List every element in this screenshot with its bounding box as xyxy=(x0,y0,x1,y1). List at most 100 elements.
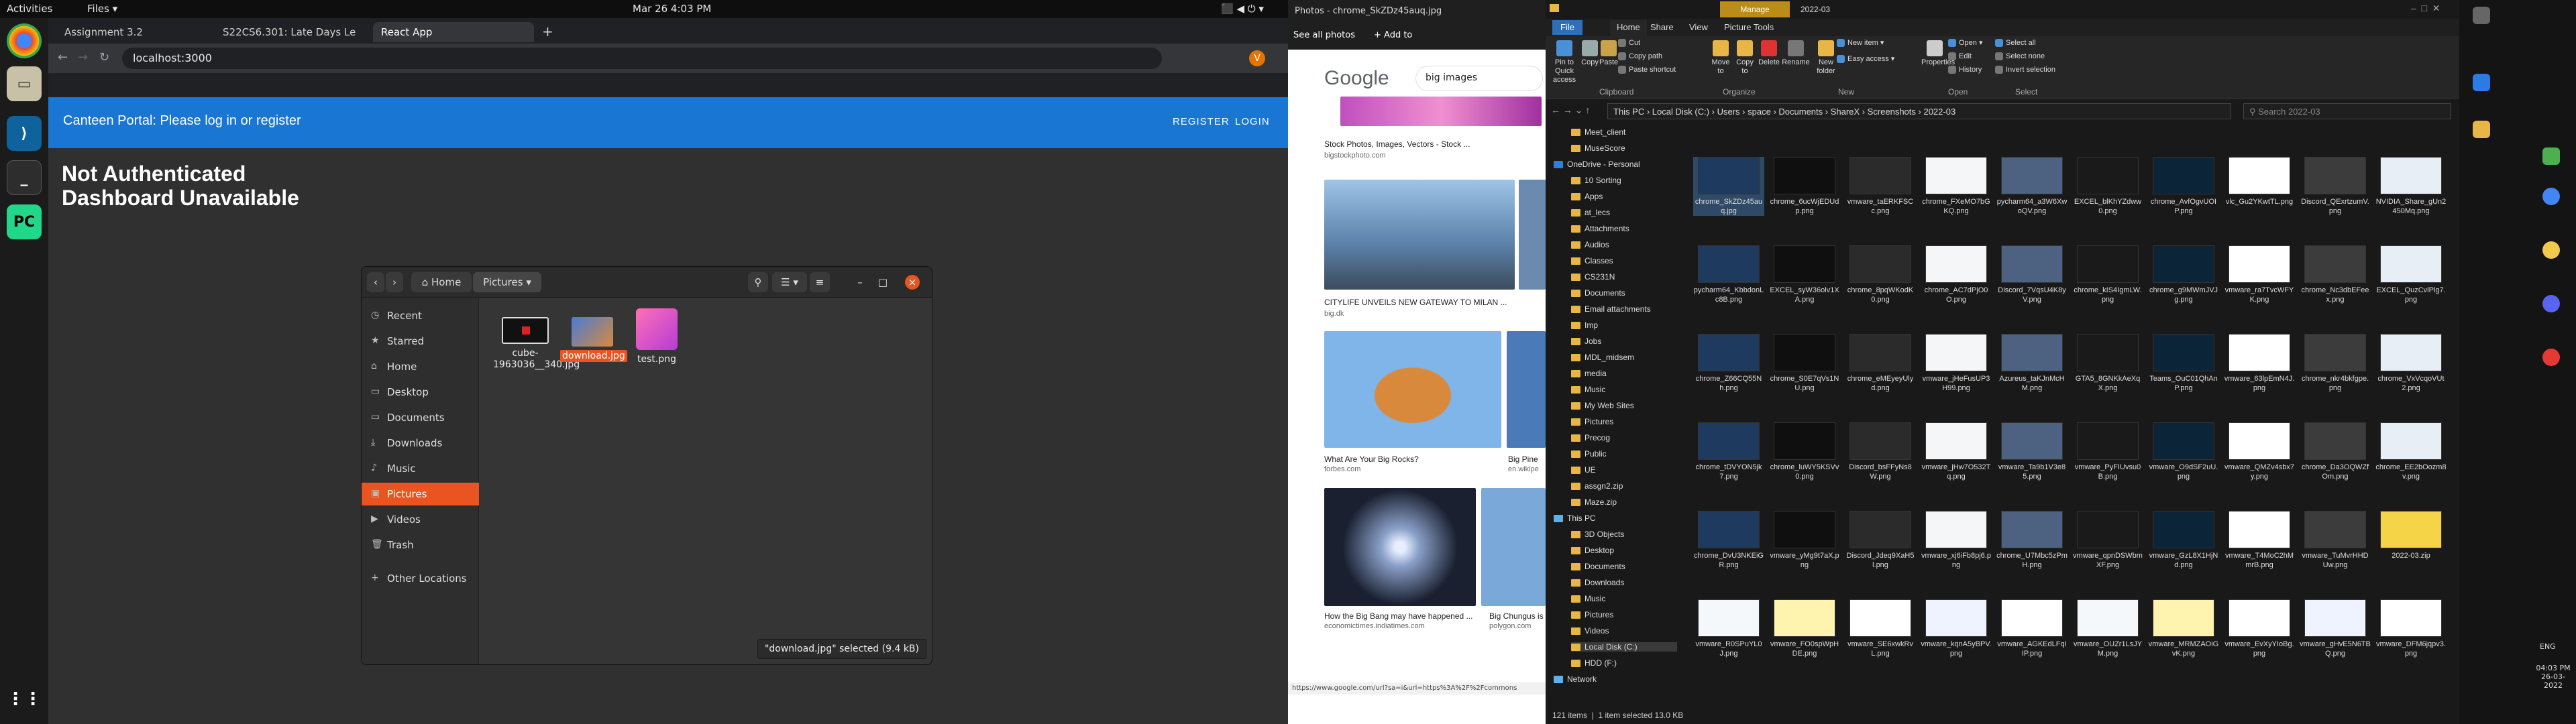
path-segment[interactable]: Local Disk (C:) xyxy=(1652,107,1709,117)
nav-item[interactable]: Audios xyxy=(1571,240,1677,249)
file-item[interactable]: chrome_6ucWjEDUdp.png xyxy=(1769,157,1840,216)
sidebar-item-downloads[interactable]: ⤓ Downloads xyxy=(362,432,479,455)
see-all-photos-button[interactable]: See all photos xyxy=(1293,30,1355,40)
ribbon-tab-picture-tools[interactable]: Picture Tools xyxy=(1724,22,1774,32)
nav-item[interactable]: My Web Sites xyxy=(1571,401,1677,410)
result-image-chungus[interactable] xyxy=(1481,488,1546,606)
system-tray[interactable]: ⬛ ◀ ⏻ ▾ xyxy=(1221,3,1264,15)
ribbon-copy-to-button[interactable]: Copy to xyxy=(1733,40,1756,76)
maximize-button[interactable]: □ xyxy=(874,272,892,292)
file-item[interactable]: EXCEL_syW36olv1XA.png xyxy=(1769,245,1840,304)
terminal-icon[interactable]: _ xyxy=(7,160,42,195)
file-download[interactable]: download.jpg xyxy=(560,317,627,362)
google-search-input[interactable]: big images xyxy=(1415,66,1543,91)
file-test[interactable]: test.png xyxy=(625,308,689,365)
path-segment[interactable]: This PC xyxy=(1613,107,1644,117)
ribbon-select-all-button[interactable]: Select all xyxy=(1995,39,2069,48)
file-item[interactable]: chrome_FXeMO7bGKQ.png xyxy=(1921,157,1992,216)
ribbon-invert-selection-button[interactable]: Invert selection xyxy=(1995,66,2069,74)
file-item[interactable]: vmware_xj6iFb8pj6.png xyxy=(1921,511,1992,570)
file-item[interactable]: vmware_R0SPuYL0J.png xyxy=(1693,599,1764,658)
file-item[interactable]: NVIDIA_Share_gUn2450Mq.png xyxy=(2375,157,2447,216)
file-item[interactable]: vmware_MRMZAOiGvK.png xyxy=(2148,599,2219,658)
close-button[interactable]: × xyxy=(905,275,920,290)
result-caption[interactable]: How the Big Bang may have happened ... xyxy=(1324,611,1472,621)
file-item[interactable]: chrome_Nc3dbEFeex.png xyxy=(2300,245,2371,304)
ribbon-new-folder-button[interactable]: New folder xyxy=(1814,40,1838,76)
file-item[interactable]: chrome_EE2bOozm8v.png xyxy=(2375,422,2447,481)
files-app-menu[interactable]: Files ▾ xyxy=(87,3,117,15)
result-image-rock[interactable] xyxy=(1324,331,1501,448)
result-image-milan[interactable] xyxy=(1324,180,1515,290)
start-icon[interactable] xyxy=(2473,7,2490,24)
new-tab-button[interactable]: + xyxy=(538,22,558,42)
ribbon-tab-file[interactable]: File xyxy=(1552,20,1582,35)
file-item[interactable]: vmware_QMZv4sbx7y.png xyxy=(2224,422,2295,481)
nav-item[interactable]: Maze.zip xyxy=(1571,497,1677,507)
language-indicator[interactable]: ENG xyxy=(2540,642,2556,651)
file-item[interactable]: EXCEL_blKhYZdww0.png xyxy=(2072,157,2143,216)
system-clock[interactable]: 04:03 PM 26-03-2022 xyxy=(2533,664,2573,690)
file-item[interactable]: vmware_OUZr1LsJYM.png xyxy=(2072,599,2143,658)
path-segment[interactable]: Documents xyxy=(1778,107,1823,117)
path-segment[interactable]: space xyxy=(1748,107,1771,117)
nav-item[interactable]: MuseScore xyxy=(1571,143,1677,153)
nav-item[interactable]: Desktop xyxy=(1571,546,1677,555)
ribbon-easy-access-button[interactable]: Easy access ▾ xyxy=(1837,55,1911,64)
file-item[interactable]: vmware_PyFIUvsu0B.png xyxy=(2072,422,2143,481)
back-button[interactable]: ‹ xyxy=(367,272,384,292)
nav-item[interactable]: 3D Objects xyxy=(1571,530,1677,539)
nav-item[interactable]: Precog xyxy=(1571,433,1677,442)
nav-item[interactable]: HDD (F:) xyxy=(1571,658,1677,668)
file-item[interactable]: chrome_8pqWKodK0.png xyxy=(1845,245,1916,304)
breadcrumb-home[interactable]: ⌂ Home xyxy=(411,272,472,292)
file-item[interactable]: vmware_AGKEdLFqIIP.png xyxy=(1996,599,2068,658)
add-to-button[interactable]: + Add to xyxy=(1374,30,1412,40)
file-item[interactable]: Discord_7VqsU4K8yV.png xyxy=(1996,245,2068,304)
sidebar-item-recent[interactable]: ◷ Recent xyxy=(362,304,479,327)
nav-item[interactable]: Apps xyxy=(1571,192,1677,201)
file-item[interactable]: chrome_SkZDz45auq.jpg xyxy=(1693,157,1764,216)
ribbon-delete-button[interactable]: Delete xyxy=(1758,40,1780,67)
file-item[interactable]: chrome_VxVcqoVUt2.png xyxy=(2375,334,2447,393)
file-item[interactable]: vmware_TuMvrHHDUw.png xyxy=(2300,511,2371,570)
vscode-icon[interactable]: ⟩ xyxy=(7,116,42,151)
nav-item[interactable]: Attachments xyxy=(1571,224,1677,233)
register-button[interactable]: REGISTER xyxy=(1173,116,1230,127)
file-item[interactable]: vmware_gHvE5N6TBQ.png xyxy=(2300,599,2371,658)
ribbon-edit-button[interactable]: Edit xyxy=(1948,52,1995,61)
forward-icon[interactable]: → xyxy=(78,50,88,64)
file-item[interactable]: chrome_Z66CQ55Nh.png xyxy=(1693,334,1764,393)
nav-arrows[interactable]: ← → ⌄ ↑ xyxy=(1551,105,1590,116)
ribbon-new-item-button[interactable]: New item ▾ xyxy=(1837,39,1911,48)
discord-icon[interactable] xyxy=(2542,295,2560,312)
result-image-bigbang[interactable] xyxy=(1324,488,1476,606)
nav-item[interactable]: Videos xyxy=(1571,626,1677,636)
result-caption[interactable]: Big Pine xyxy=(1508,455,1546,465)
sidebar-item-other-locations[interactable]: + Other Locations xyxy=(362,567,479,590)
file-item[interactable]: vmware_taERKFSCc.png xyxy=(1845,157,1916,216)
nav-item[interactable]: Email attachments xyxy=(1571,304,1677,314)
menu-button[interactable]: ≡ xyxy=(810,272,830,292)
search-input[interactable]: ⚲ Search 2022-03 xyxy=(2243,103,2451,119)
path-bar[interactable]: This PC › Local Disk (C:) › Users › spac… xyxy=(1607,103,2231,119)
result-image-partial[interactable] xyxy=(1519,180,1546,290)
pycharm-icon[interactable]: PC xyxy=(7,204,42,239)
file-item[interactable]: vmware_SE6xwkRvL.png xyxy=(1845,599,1916,658)
file-cube[interactable]: cube-1963036__340.jpg xyxy=(493,317,580,371)
ribbon-move-to-button[interactable]: Move to xyxy=(1709,40,1732,76)
ribbon-select-none-button[interactable]: Select none xyxy=(1995,52,2069,61)
ribbon-tab-home[interactable]: Home xyxy=(1610,20,1647,36)
file-item[interactable]: vmware_kqnA5yBPV.png xyxy=(1921,599,1992,658)
file-item[interactable]: vmware_63lpEmN4J.png xyxy=(2224,334,2295,393)
nav-item[interactable]: Music xyxy=(1571,594,1677,603)
manage-tab[interactable]: Manage xyxy=(1720,1,1790,17)
window-controls[interactable]: – □ ✕ xyxy=(2411,3,2440,14)
file-item[interactable]: 2022-03.zip xyxy=(2375,511,2447,560)
nav-item[interactable]: Jobs xyxy=(1571,337,1677,346)
nav-item[interactable]: Public xyxy=(1571,449,1677,459)
nav-item[interactable]: OneDrive - Personal xyxy=(1554,160,1674,169)
result-caption[interactable]: Stock Photos, Images, Vectors - Stock ..… xyxy=(1324,139,1470,149)
sidebar-item-videos[interactable]: ▶ Videos xyxy=(362,508,479,531)
file-item[interactable]: Discord_bsFFyNs8W.png xyxy=(1845,422,1916,481)
